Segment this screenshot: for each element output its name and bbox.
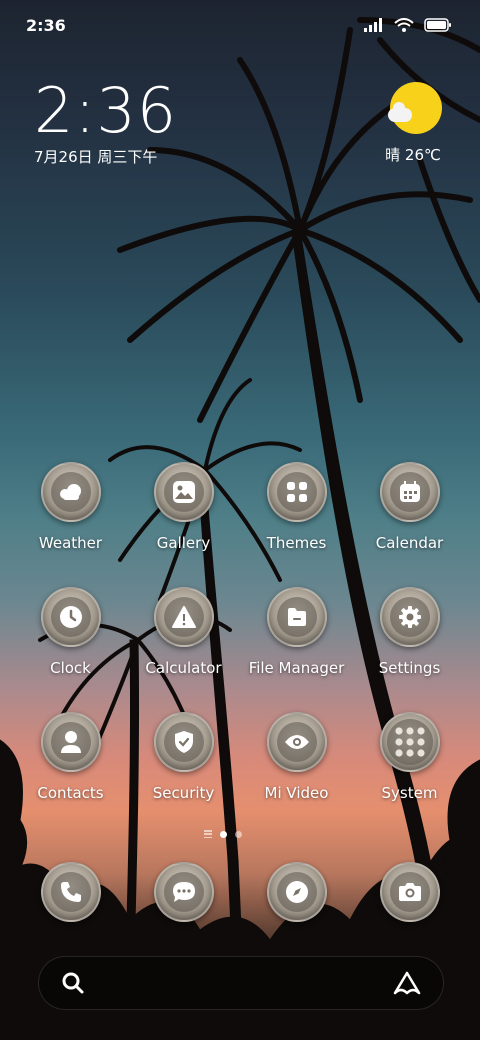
- app-folder-system[interactable]: System: [353, 712, 466, 812]
- app-label: Themes: [266, 534, 327, 552]
- signal-icon: [364, 18, 382, 32]
- app-label: Clock: [50, 659, 91, 677]
- dock-camera[interactable]: [353, 862, 466, 924]
- clock-icon: [59, 606, 82, 628]
- gallery-image-icon: [172, 481, 195, 503]
- compass-icon: [285, 881, 308, 903]
- app-mi-video[interactable]: Mi Video: [240, 712, 353, 812]
- app-grid: Weather Gallery Themes Calendar Clock Ca…: [14, 462, 466, 812]
- app-label: Weather: [38, 534, 103, 552]
- app-calculator[interactable]: Calculator: [127, 587, 240, 687]
- status-time: 2:36: [26, 15, 66, 35]
- assistant-icon[interactable]: [393, 971, 421, 995]
- page-indicator-lines: [204, 830, 212, 838]
- app-contacts[interactable]: Contacts: [14, 712, 127, 812]
- app-label: Gallery: [156, 534, 211, 552]
- dock-phone[interactable]: [14, 862, 127, 924]
- sunny-cloud-icon: [388, 82, 442, 134]
- page-dot: [235, 830, 242, 838]
- status-bar: 2:36: [0, 0, 480, 50]
- themes-grid-icon: [286, 482, 307, 502]
- clock-widget[interactable]: 2:36 7月26日 周三下午: [34, 78, 177, 167]
- calendar-icon: [399, 481, 420, 502]
- weather-cloud-icon: [59, 484, 81, 500]
- app-label: File Manager: [248, 659, 345, 677]
- search-bar[interactable]: [38, 956, 444, 1010]
- folder-grid-icon: [394, 727, 425, 757]
- battery-icon: [424, 18, 451, 32]
- dock-messages[interactable]: [127, 862, 240, 924]
- dock-browser[interactable]: [240, 862, 353, 924]
- app-file-manager[interactable]: File Manager: [240, 587, 353, 687]
- app-calendar[interactable]: Calendar: [353, 462, 466, 562]
- eye-icon: [284, 735, 309, 749]
- app-label: Security: [152, 784, 215, 802]
- app-label: Settings: [378, 659, 441, 677]
- folder-icon: [287, 608, 306, 626]
- weather-widget[interactable]: 晴 26℃: [385, 82, 446, 165]
- gear-icon: [398, 606, 421, 628]
- app-label: Contacts: [37, 784, 104, 802]
- warning-triangle-icon: [171, 606, 196, 628]
- app-label: Calendar: [375, 534, 444, 552]
- app-label: System: [381, 784, 438, 802]
- app-security[interactable]: Security: [127, 712, 240, 812]
- dock: [14, 862, 466, 924]
- app-themes[interactable]: Themes: [240, 462, 353, 562]
- widget-time: 2:36: [34, 74, 178, 147]
- page-dot-active: [220, 830, 227, 838]
- page-indicator[interactable]: [204, 830, 242, 838]
- camera-icon: [398, 883, 421, 901]
- app-weather[interactable]: Weather: [14, 462, 127, 562]
- message-icon: [172, 882, 195, 902]
- search-icon[interactable]: [61, 971, 85, 995]
- widget-date: 7月26日 周三下午: [34, 148, 158, 166]
- app-settings[interactable]: Settings: [353, 587, 466, 687]
- app-label: Mi Video: [264, 784, 329, 802]
- wifi-icon: [394, 18, 414, 32]
- shield-check-icon: [174, 731, 193, 753]
- status-icons: [364, 18, 452, 32]
- app-label: Calculator: [145, 659, 222, 677]
- weather-text: 晴 26℃: [385, 146, 441, 164]
- phone-icon: [60, 882, 81, 902]
- app-clock[interactable]: Clock: [14, 587, 127, 687]
- app-gallery[interactable]: Gallery: [127, 462, 240, 562]
- contact-person-icon: [60, 731, 81, 753]
